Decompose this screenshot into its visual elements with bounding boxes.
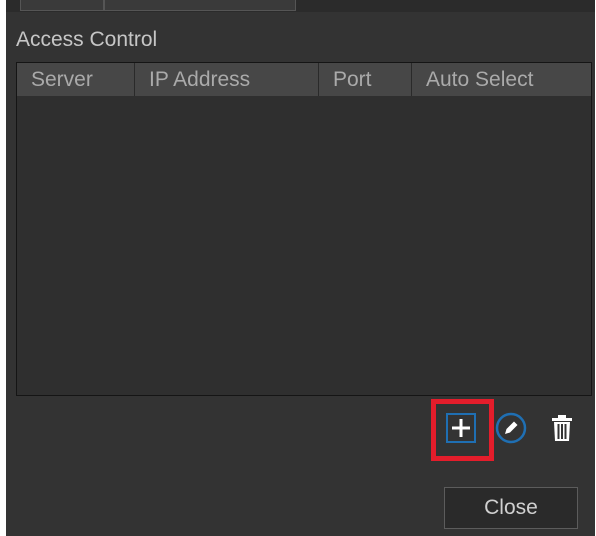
access-control-table: Server IP Address Port Auto Select: [16, 62, 592, 396]
edit-button[interactable]: [494, 411, 528, 445]
top-tab-2[interactable]: [104, 0, 296, 11]
close-button[interactable]: Close: [444, 487, 578, 529]
add-button[interactable]: [446, 413, 476, 443]
delete-button[interactable]: [548, 411, 576, 445]
table-header: Server IP Address Port Auto Select: [17, 63, 591, 96]
top-tab-1[interactable]: [20, 0, 104, 11]
section-title: Access Control: [16, 28, 158, 51]
top-tab-strip: [6, 0, 595, 12]
pencil-circle-icon: [495, 412, 527, 444]
trash-icon: [552, 415, 572, 441]
column-header-ip-address[interactable]: IP Address: [135, 63, 319, 96]
column-header-port[interactable]: Port: [319, 63, 412, 96]
column-header-server[interactable]: Server: [17, 63, 135, 96]
column-header-auto-select[interactable]: Auto Select: [412, 63, 591, 96]
plus-icon: [452, 419, 470, 437]
access-control-dialog: Access Control Server IP Address Port Au…: [6, 0, 595, 536]
